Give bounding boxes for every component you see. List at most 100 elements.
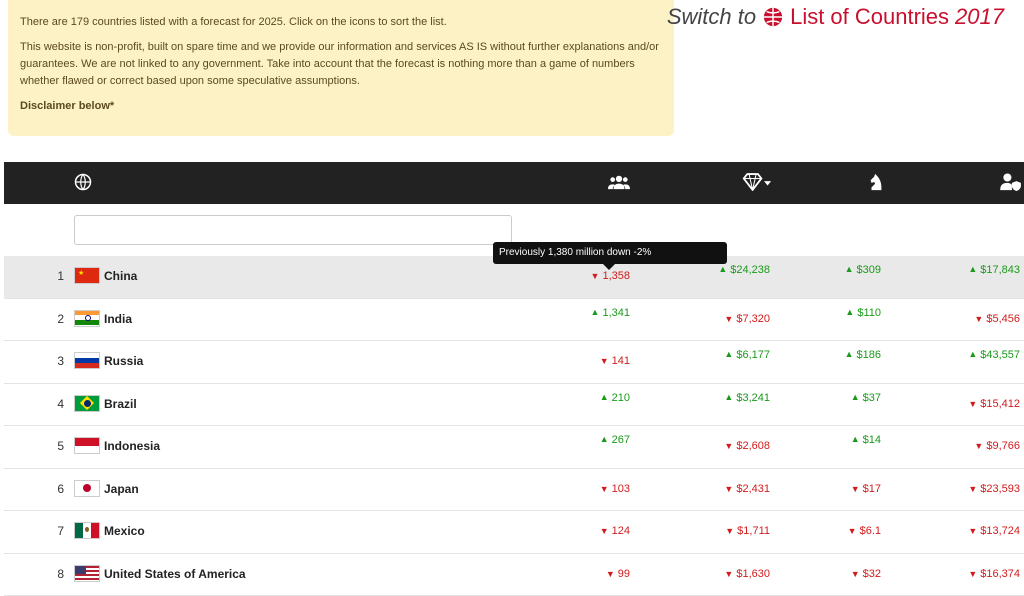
gdp-cell: ▼$1,630 [724, 568, 770, 580]
globe-icon [762, 6, 784, 28]
country-name[interactable]: Brazil [104, 397, 137, 411]
ppp-cell-value: $13,724 [980, 525, 1020, 537]
flag-icon [74, 522, 100, 539]
switch-year: 2017 [955, 4, 1004, 30]
rank: 8 [44, 567, 64, 581]
country-name[interactable]: Russia [104, 354, 143, 368]
flag-icon [74, 352, 100, 369]
switch-label: Switch to [667, 4, 756, 30]
population-cell-value: 99 [618, 568, 630, 580]
table-row[interactable]: 6Japan▼103▼$2,431▼$17▼$23,593 [4, 469, 1024, 512]
population-cell-value: 124 [612, 525, 630, 537]
arrow-down-icon: ▼ [600, 526, 609, 536]
gdp-cell: ▼$2,431 [724, 483, 770, 495]
gdp-cell-value: $2,431 [736, 483, 770, 495]
gdp-cell-value: $24,238 [730, 264, 770, 276]
gdp-cell-value: $1,711 [737, 525, 770, 537]
table-row[interactable]: 7Mexico▼124▼$1,711▼$6.1▼$13,724 [4, 511, 1024, 554]
flag-icon [74, 480, 100, 497]
table-row[interactable]: 4Brazil▲210▲$3,241▲$37▼$15,412 [4, 384, 1024, 427]
arrow-down-icon: ▼ [968, 526, 977, 536]
country-name[interactable]: Mexico [104, 524, 145, 538]
population-cell: ▼141 [600, 355, 630, 367]
population-icon[interactable] [608, 173, 630, 196]
arrow-up-icon: ▲ [845, 349, 854, 359]
rank: 7 [44, 524, 64, 538]
table-row[interactable]: 3Russia▼141▲$6,177▲$186▲$43,557 [4, 341, 1024, 384]
info-count-text: There are 179 countries listed with a fo… [20, 14, 662, 31]
ppp-cell: ▼$5,456 [974, 313, 1020, 325]
flag-icon [74, 565, 100, 582]
flag-icon: ★ [74, 267, 100, 284]
country-name[interactable]: Japan [104, 482, 139, 496]
country-name[interactable]: India [104, 312, 132, 326]
arrow-down-icon: ▼ [591, 271, 600, 281]
diamond-sort-icon[interactable] [742, 173, 772, 196]
population-cell: ▼124 [600, 525, 630, 537]
arrow-up-icon: ▲ [968, 264, 977, 274]
arrow-up-icon: ▲ [845, 264, 854, 274]
arrow-up-icon: ▲ [851, 392, 860, 402]
flag-icon [74, 310, 100, 327]
chess-knight-icon[interactable] [868, 173, 884, 196]
population-cell: ▲210 [600, 392, 630, 404]
military-cell: ▲$14 [851, 434, 881, 446]
ppp-cell: ▼$23,593 [968, 483, 1020, 495]
arrow-up-icon: ▲ [724, 392, 733, 402]
arrow-up-icon: ▲ [724, 349, 733, 359]
military-cell-value: $17 [863, 483, 881, 495]
population-cell: ▼1,358 [591, 270, 630, 282]
info-disclaimer-text: This website is non-profit, built on spa… [20, 39, 662, 90]
table-row[interactable]: 8United States of America▼99▼$1,630▼$32▼… [4, 554, 1024, 596]
arrow-up-icon: ▲ [600, 392, 609, 402]
globe-icon[interactable] [74, 173, 92, 196]
arrow-up-icon: ▲ [968, 349, 977, 359]
ppp-cell: ▼$9,766 [974, 440, 1020, 452]
population-cell-value: 210 [612, 392, 630, 404]
arrow-up-icon: ▲ [718, 264, 727, 274]
arrow-up-icon: ▲ [591, 307, 600, 317]
military-cell: ▲$186 [845, 349, 881, 361]
country-name[interactable]: United States of America [104, 567, 246, 581]
arrow-down-icon: ▼ [848, 526, 857, 536]
ppp-cell: ▼$13,724 [968, 525, 1020, 537]
disclaimer-link[interactable]: Disclaimer below* [20, 98, 662, 115]
arrow-down-icon: ▼ [724, 314, 733, 324]
gdp-cell: ▼$1,711 [725, 525, 770, 537]
country-table: 1★China▼1,358▲$24,238▲$309▲$17,8432India… [4, 256, 1024, 596]
gdp-cell: ▲$24,238 [718, 264, 770, 276]
arrow-down-icon: ▼ [968, 569, 977, 579]
military-cell-value: $32 [863, 568, 881, 580]
military-cell: ▲$37 [851, 392, 881, 404]
list-of-countries-link[interactable]: List of Countries [790, 4, 949, 30]
ppp-cell-value: $16,374 [980, 568, 1020, 580]
table-row[interactable]: 5Indonesia▲267▼$2,608▲$14▼$9,766 [4, 426, 1024, 469]
population-cell-value: 1,358 [602, 270, 630, 282]
rank: 1 [44, 269, 64, 283]
gdp-cell: ▼$2,608 [724, 440, 770, 452]
user-shield-icon[interactable] [1000, 173, 1022, 196]
military-cell: ▼$6.1 [848, 525, 881, 537]
switch-list-link[interactable]: Switch to List of Countries 2017 [667, 4, 1004, 30]
ppp-cell-value: $17,843 [980, 264, 1020, 276]
military-cell-value: $14 [863, 434, 881, 446]
military-cell-value: $37 [863, 392, 881, 404]
military-cell: ▲$110 [845, 307, 881, 319]
arrow-down-icon: ▼ [724, 569, 733, 579]
ppp-cell-value: $43,557 [980, 349, 1020, 361]
info-box: There are 179 countries listed with a fo… [8, 0, 674, 136]
search-input[interactable] [74, 215, 512, 245]
country-name[interactable]: China [104, 269, 137, 283]
gdp-cell: ▲$6,177 [724, 349, 770, 361]
rank: 5 [44, 439, 64, 453]
arrow-down-icon: ▼ [968, 484, 977, 494]
ppp-cell-value: $5,456 [986, 313, 1020, 325]
country-name[interactable]: Indonesia [104, 439, 160, 453]
table-header [4, 162, 1024, 204]
ppp-cell-value: $9,766 [986, 440, 1020, 452]
arrow-down-icon: ▼ [725, 526, 734, 536]
population-cell-value: 1,341 [602, 307, 630, 319]
gdp-cell-value: $3,241 [736, 392, 770, 404]
population-cell-value: 141 [612, 355, 630, 367]
table-row[interactable]: 2India▲1,341▼$7,320▲$110▼$5,456 [4, 299, 1024, 342]
